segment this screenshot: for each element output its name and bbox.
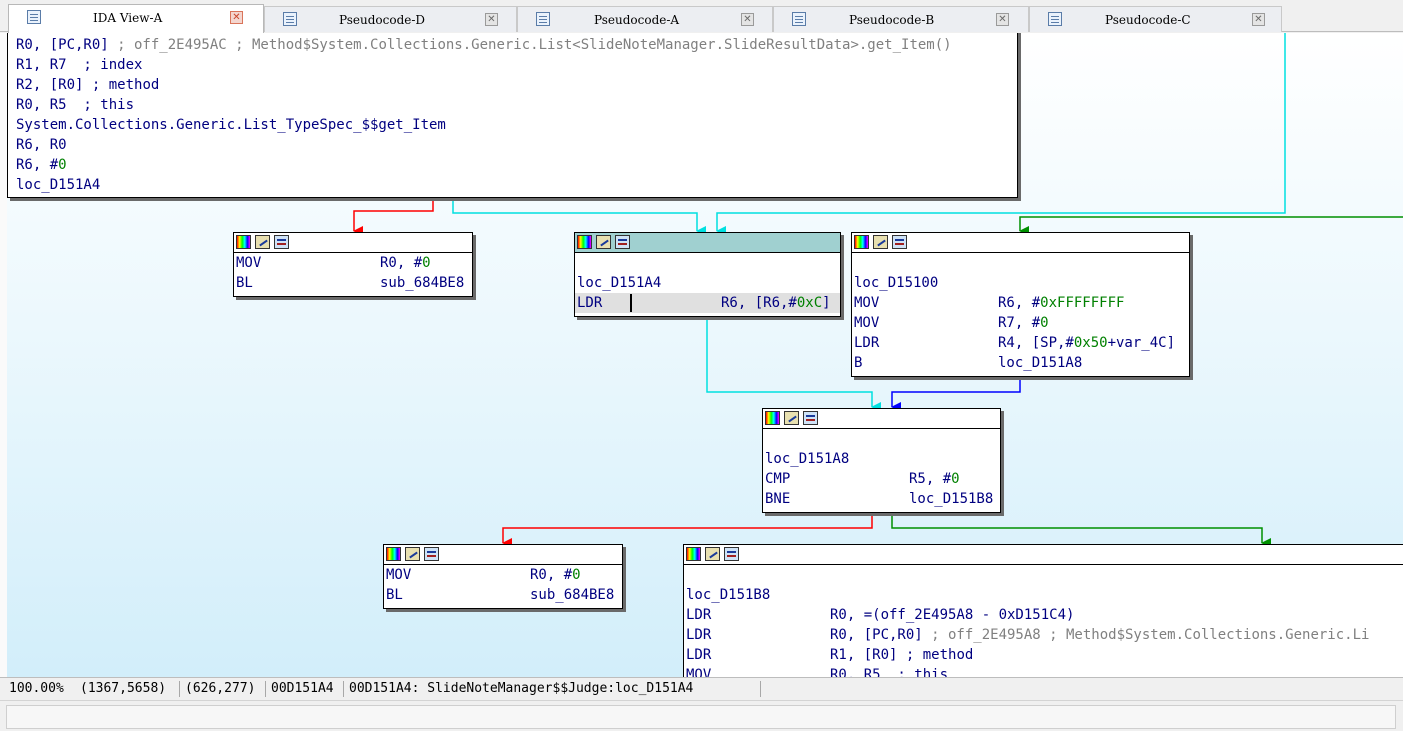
status-bar: 100.00% (1367,5658) (626,277) 00D151A4 0… xyxy=(0,677,1403,699)
code-line[interactable]: Bloc_D151A8 xyxy=(852,353,1189,373)
code-line[interactable]: BNE loc_D151B8 xyxy=(763,489,1000,509)
code-block-center[interactable]: loc_D151A8 CMP R5, #0 BNE loc_D151B8 xyxy=(762,408,1001,513)
group-nodes-icon[interactable] xyxy=(803,411,818,425)
node-header xyxy=(763,409,1000,429)
tab-label: Pseudocode-C xyxy=(1105,13,1191,27)
rename-icon[interactable] xyxy=(705,547,720,561)
code-line[interactable]: BL sub_684BE8 xyxy=(384,585,622,605)
edge-top-to-mid xyxy=(452,199,706,236)
code-label[interactable]: loc_D15100 xyxy=(852,273,1189,293)
code-block-mid[interactable]: loc_D151A4 LDR R6, [R6,#0xC] xyxy=(574,232,841,317)
code-block-left2[interactable]: MOV R0, #0 BL sub_684BE8 xyxy=(383,544,623,609)
tab-label: Pseudocode-D xyxy=(339,13,426,27)
tab-ida-view-a[interactable]: IDA View-A ✕ xyxy=(8,4,264,33)
code-line[interactable]: R2, [R0] ; method xyxy=(16,75,1016,95)
node-header xyxy=(852,233,1189,253)
pseudocode-view-icon xyxy=(1048,12,1062,26)
pseudocode-view-icon xyxy=(283,12,297,26)
code-line-current[interactable]: LDR R6, [R6,#0xC] xyxy=(575,293,840,313)
tab-label: Pseudocode-B xyxy=(849,13,935,27)
edge-center-to-left2 xyxy=(502,513,873,548)
code-block-left1[interactable]: MOV R0, #0 BL sub_684BE8 xyxy=(233,232,473,297)
node-header xyxy=(384,545,622,565)
code-line[interactable]: R0, R5 ; this xyxy=(16,95,1016,115)
tab-bar: IDA View-A ✕ Pseudocode-D ✕ Pseudocode-A… xyxy=(0,0,1403,33)
code-line[interactable]: R6, #0 xyxy=(16,155,1016,175)
group-nodes-icon[interactable] xyxy=(615,235,630,249)
mouse-coordinates: (626,277) xyxy=(185,681,256,696)
code-label[interactable]: loc_D151A8 xyxy=(763,449,1000,469)
rename-icon[interactable] xyxy=(873,235,888,249)
rename-icon[interactable] xyxy=(784,411,799,425)
rename-icon[interactable] xyxy=(405,547,420,561)
close-icon[interactable]: ✕ xyxy=(485,13,498,26)
text-cursor xyxy=(630,294,632,312)
current-address: 00D151A4 xyxy=(271,681,334,696)
code-block-top[interactable]: R0, [PC,R0] ; off_2E495AC ; Method$Syste… xyxy=(7,33,1018,198)
close-icon[interactable]: ✕ xyxy=(1252,13,1265,26)
node-color-icon[interactable] xyxy=(686,547,701,561)
edge-mid-to-center xyxy=(706,319,881,412)
rename-icon[interactable] xyxy=(596,235,611,249)
code-label[interactable]: loc_D151A4 xyxy=(575,273,840,293)
output-panel xyxy=(0,700,1403,731)
code-line[interactable]: LDR R0, [PC,R0] ; off_2E495A8 ; Method$Sy… xyxy=(684,625,1403,645)
graph-view[interactable]: R0, [PC,R0] ; off_2E495AC ; Method$Syste… xyxy=(0,33,1403,677)
horizontal-scrollbar[interactable] xyxy=(6,705,1396,729)
code-block-bottom[interactable]: loc_D151B8 LDR R0, =(off_2E495A8 - 0xD151… xyxy=(683,544,1403,677)
code-line[interactable]: R6, R0 xyxy=(16,135,1016,155)
tab-label: IDA View-A xyxy=(93,11,163,25)
code-line[interactable]: R1, R7 ; index xyxy=(16,55,1016,75)
group-nodes-icon[interactable] xyxy=(892,235,907,249)
code-line[interactable]: MOV R0, #0 xyxy=(234,253,472,273)
current-location: 00D151A4: SlideNoteManager$$Judge:loc_D1… xyxy=(349,681,694,696)
close-icon[interactable]: ✕ xyxy=(741,13,754,26)
pseudocode-view-icon xyxy=(792,12,806,26)
tab-pseudocode-b[interactable]: Pseudocode-B ✕ xyxy=(773,6,1029,32)
node-header xyxy=(575,233,840,253)
code-block-right1[interactable]: loc_D15100 MOV R6, #0xFFFFFFFF MOV R7, #0 … xyxy=(851,232,1190,377)
group-nodes-icon[interactable] xyxy=(424,547,439,561)
close-icon[interactable]: ✕ xyxy=(996,13,1009,26)
zoom-level: 100.00% xyxy=(9,681,64,696)
tab-pseudocode-d[interactable]: Pseudocode-D ✕ xyxy=(264,6,517,32)
code-line[interactable]: R0, [PC,R0] ; off_2E495AC ; Method$Syste… xyxy=(16,35,1016,55)
edge-center-to-bottom xyxy=(891,513,1271,548)
edge-right1-to-center xyxy=(891,376,1021,412)
code-line[interactable]: MOV R0, R5 ; this xyxy=(684,665,1403,677)
rename-icon[interactable] xyxy=(255,235,270,249)
code-line[interactable]: LDR R0, =(off_2E495A8 - 0xD151C4) xyxy=(684,605,1403,625)
code-line[interactable]: LDR R1, [R0] ; method xyxy=(684,645,1403,665)
node-header xyxy=(684,545,1403,565)
tab-pseudocode-c[interactable]: Pseudocode-C ✕ xyxy=(1029,6,1282,32)
code-line[interactable]: LDR R4, [SP,#0x50+var_4C] xyxy=(852,333,1189,353)
code-line[interactable]: BL sub_684BE8 xyxy=(234,273,472,293)
code-line[interactable]: CMP R5, #0 xyxy=(763,469,1000,489)
node-color-icon[interactable] xyxy=(236,235,251,249)
edge-top-to-left1 xyxy=(353,199,434,236)
group-nodes-icon[interactable] xyxy=(274,235,289,249)
code-line[interactable]: MOV R0, #0 xyxy=(384,565,622,585)
graph-coordinates: (1367,5658) xyxy=(80,681,167,696)
disassembly-view-icon xyxy=(27,10,41,24)
code-line[interactable]: System.Collections.Generic.List_TypeSpec… xyxy=(16,115,1016,135)
code-line[interactable]: MOV R7, #0 xyxy=(852,313,1189,333)
tab-label: Pseudocode-A xyxy=(594,13,680,27)
node-header xyxy=(234,233,472,253)
node-color-icon[interactable] xyxy=(577,235,592,249)
pseudocode-view-icon xyxy=(536,12,550,26)
code-line[interactable]: MOV R6, #0xFFFFFFFF xyxy=(852,293,1189,313)
node-color-icon[interactable] xyxy=(765,411,780,425)
close-icon[interactable]: ✕ xyxy=(230,11,243,24)
node-color-icon[interactable] xyxy=(854,235,869,249)
code-label[interactable]: loc_D151B8 xyxy=(684,585,1403,605)
tab-pseudocode-a[interactable]: Pseudocode-A ✕ xyxy=(517,6,773,32)
group-nodes-icon[interactable] xyxy=(724,547,739,561)
code-line[interactable]: loc_D151A4 xyxy=(16,175,1016,195)
node-color-icon[interactable] xyxy=(386,547,401,561)
edge-to-right1 xyxy=(1019,216,1403,236)
